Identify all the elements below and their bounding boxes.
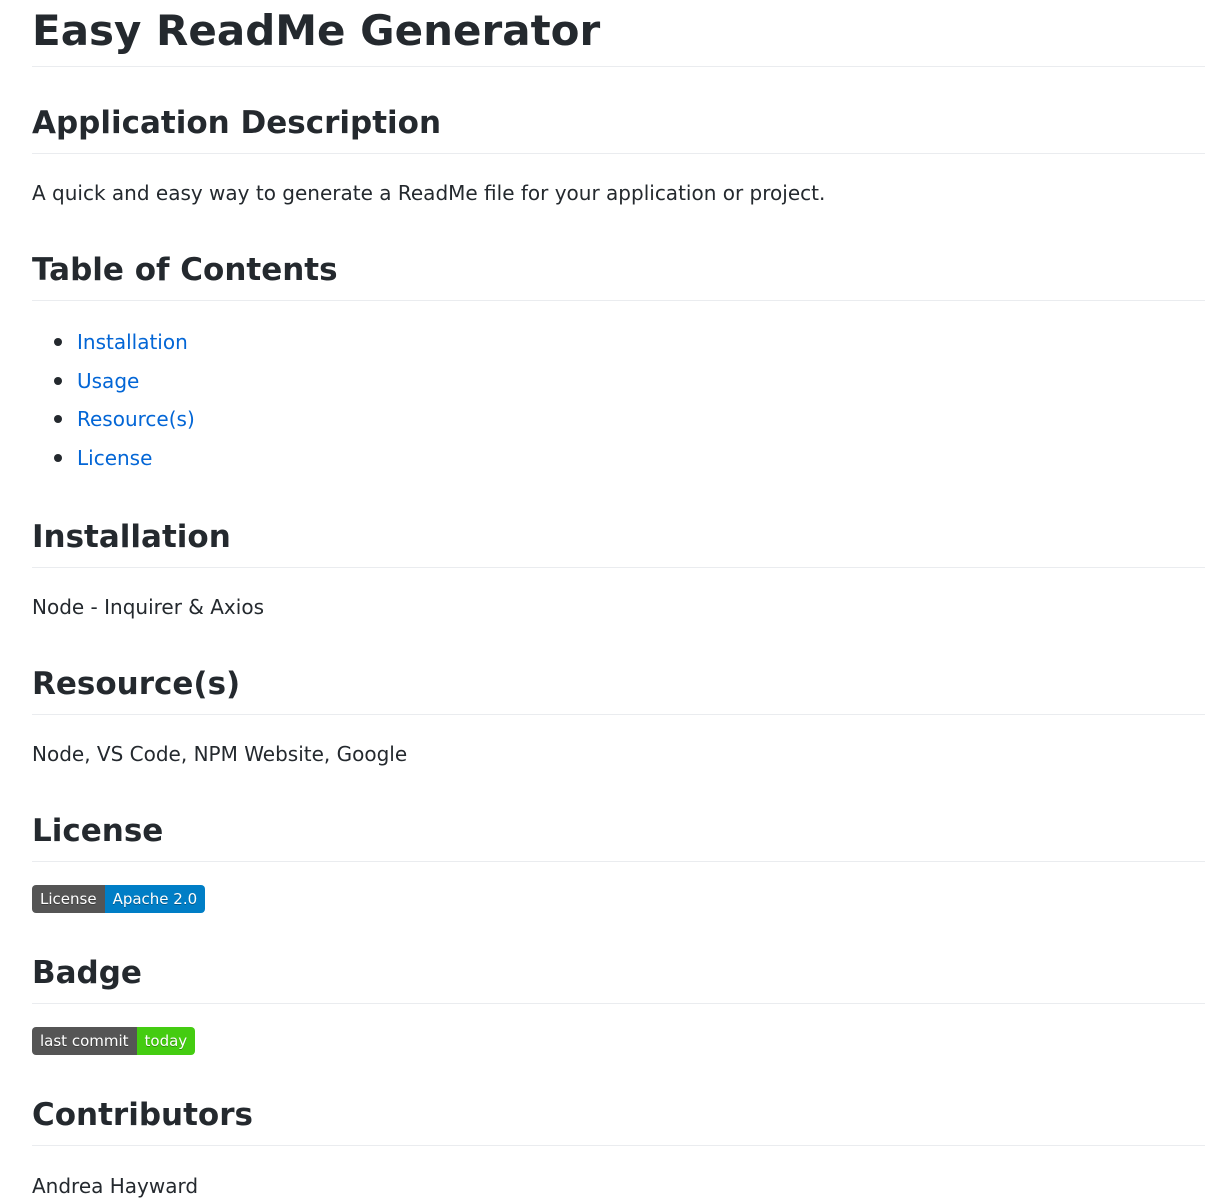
page-title: Easy ReadMe Generator [32,0,1205,67]
contributors-text: Andrea Hayward [32,1174,199,1198]
license-section: License License Apache 2.0 [32,811,1205,913]
resources-section: Resource(s) Node, VS Code, NPM Website, … [32,664,1205,768]
toc-link-license[interactable]: License [77,446,152,470]
installation-section: Installation Node - Inquirer & Axios [32,517,1205,621]
last-commit-badge-value: today [136,1027,196,1055]
toc-link-resources[interactable]: Resource(s) [77,407,195,431]
toc-link-installation[interactable]: Installation [77,330,188,354]
contributors-heading: Contributors [32,1095,1205,1146]
resources-heading: Resource(s) [32,664,1205,715]
last-commit-badge[interactable]: last commit today [32,1027,196,1055]
license-badge-label: License [32,885,105,913]
license-badge[interactable]: License Apache 2.0 [32,885,206,913]
toc-heading: Table of Contents [32,250,1205,301]
description-heading: Application Description [32,103,1205,154]
resources-text: Node, VS Code, NPM Website, Google [32,742,408,766]
toc-item: Usage [54,367,1205,406]
installation-text: Node - Inquirer & Axios [32,595,264,619]
license-badge-value: Apache 2.0 [104,885,206,913]
toc-item: License [54,444,1205,483]
description-text: A quick and easy way to generate a ReadM… [32,181,826,205]
license-heading: License [32,811,1205,862]
badge-section: Badge last commit today [32,953,1205,1055]
installation-heading: Installation [32,517,1205,568]
toc-list: Installation Usage Resource(s) License [32,328,1205,482]
toc-link-usage[interactable]: Usage [77,369,139,393]
toc-section: Table of Contents Installation Usage Res… [32,250,1205,482]
last-commit-badge-label: last commit [32,1027,137,1055]
toc-item: Resource(s) [54,405,1205,444]
toc-item: Installation [54,328,1205,367]
contributors-section: Contributors Andrea Hayward [32,1095,1205,1200]
description-section: Application Description A quick and easy… [32,103,1205,207]
readme-document: Easy ReadMe Generator Application Descri… [0,0,1225,1200]
badge-heading: Badge [32,953,1205,1004]
